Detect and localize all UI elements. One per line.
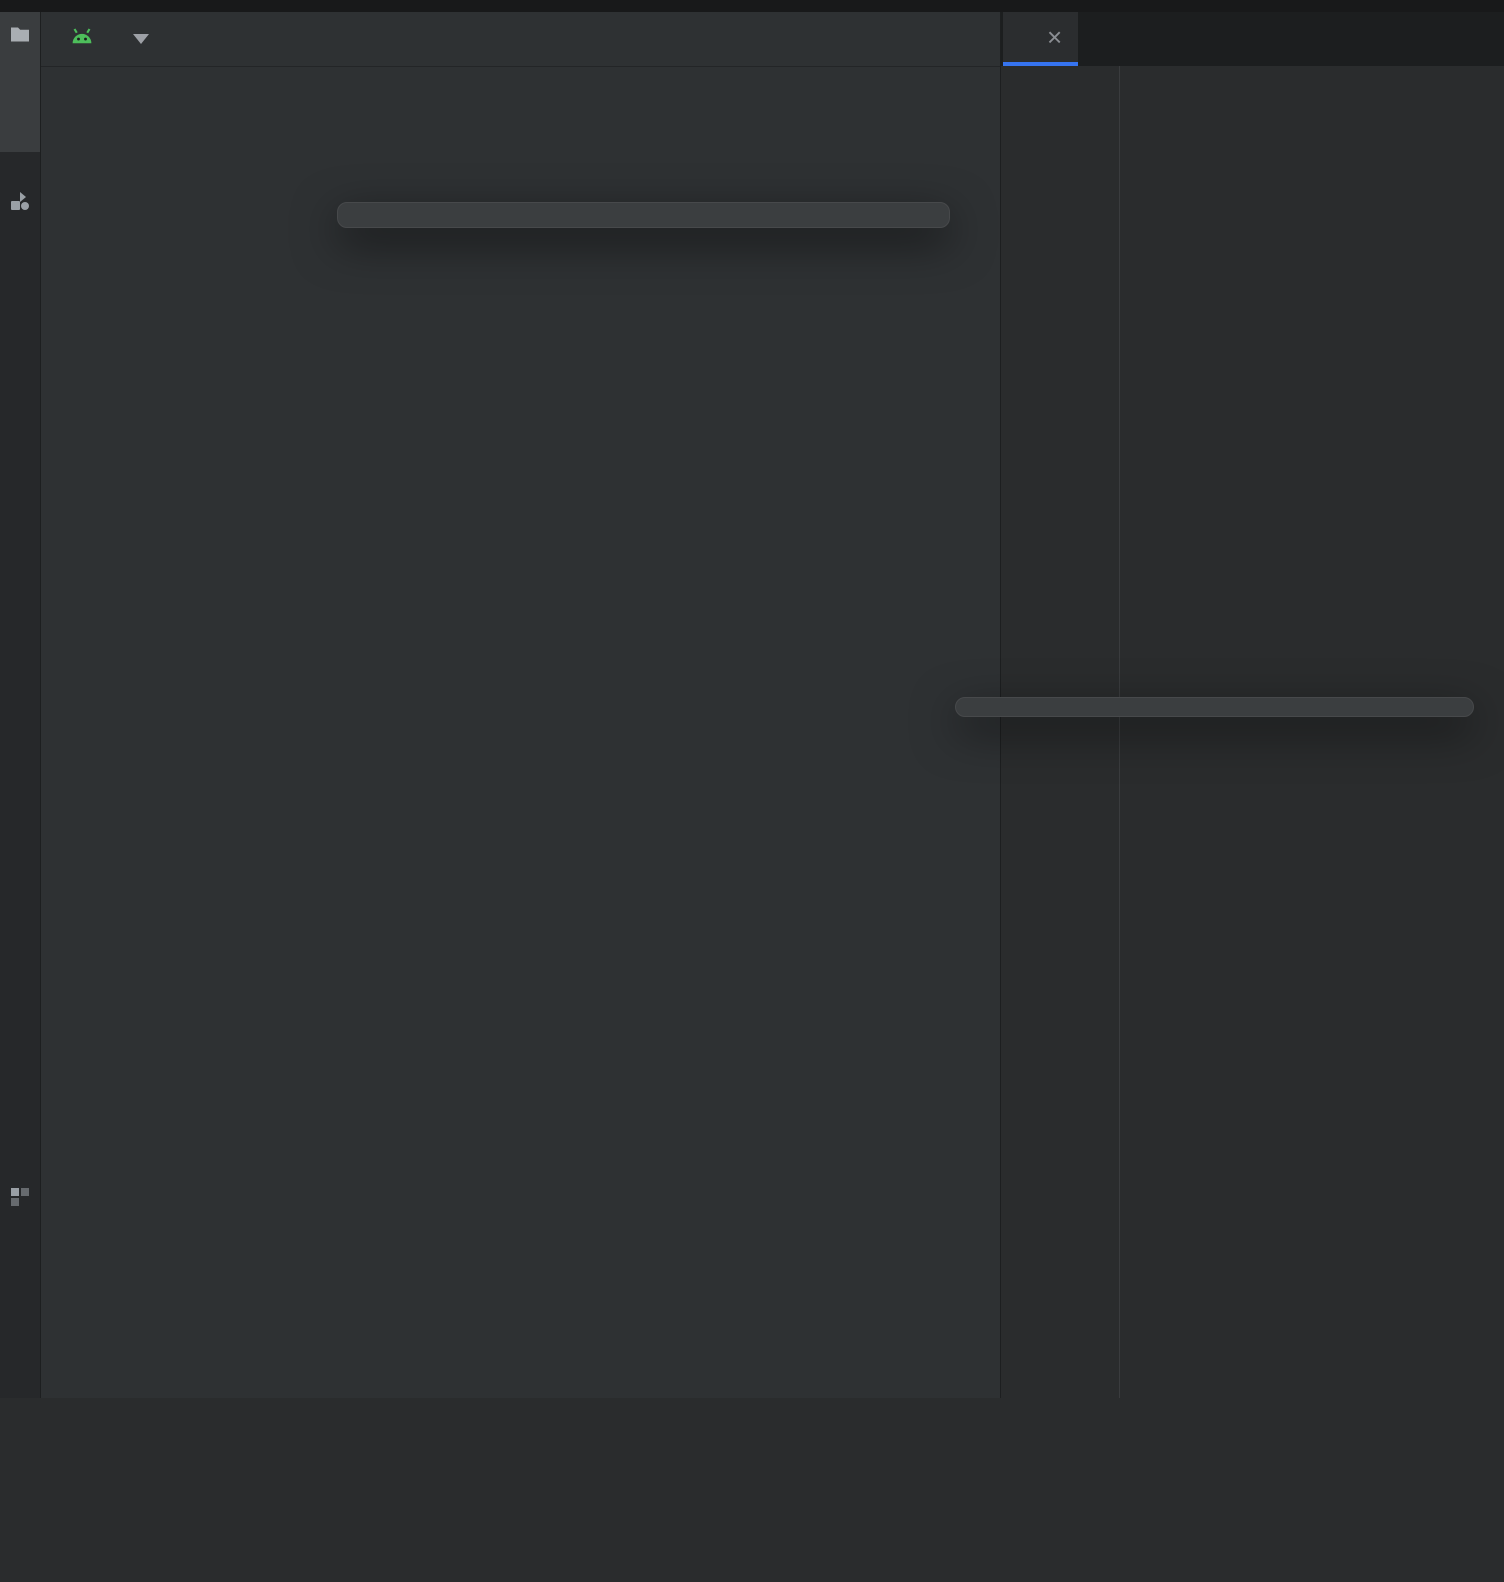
structure-icon — [8, 1184, 32, 1213]
editor-tab-bar: × — [1001, 12, 1504, 66]
folder-icon — [8, 22, 32, 51]
window-title-strip — [0, 0, 1504, 12]
stripe-tab-resource-manager[interactable] — [0, 178, 40, 418]
close-icon[interactable]: × — [1047, 22, 1062, 53]
stripe-tab-project[interactable] — [0, 10, 40, 152]
gutter-divider — [1119, 66, 1120, 1398]
resource-manager-icon — [8, 190, 32, 219]
tool-window-stripe — [0, 0, 41, 1398]
project-view-selector[interactable] — [67, 12, 149, 66]
android-logo-icon — [67, 22, 97, 57]
stripe-tab-structure[interactable] — [0, 1172, 40, 1330]
context-menu — [337, 202, 950, 228]
stripe-tab-bookmarks[interactable] — [0, 1342, 40, 1582]
project-toolbar — [41, 12, 1000, 67]
refactor-submenu — [955, 697, 1474, 717]
active-tab-underline — [1003, 62, 1078, 66]
chevron-down-icon — [133, 34, 149, 44]
editor-tab-sngineconfig[interactable]: × — [1003, 12, 1078, 62]
